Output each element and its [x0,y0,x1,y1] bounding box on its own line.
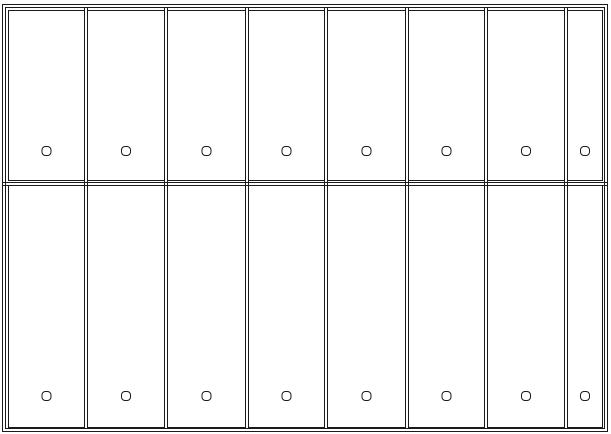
locker-door [8,185,85,428]
locker-door [408,10,485,181]
door-grid [8,10,603,428]
locker-door [248,10,325,181]
door-knob-icon [281,146,292,156]
locker-door [327,10,406,181]
door-knob-icon [361,146,372,156]
locker-door [567,185,603,428]
locker-door [248,185,325,428]
door-knob-icon [361,391,372,401]
locker-door [8,10,85,181]
locker-door [167,185,246,428]
door-knob-icon [121,391,131,401]
locker-door [327,185,406,428]
door-knob-icon [121,146,131,156]
door-knob-icon [201,391,212,401]
locker-door [408,185,485,428]
door-knob-icon [41,146,52,156]
locker-cabinet-elevation [2,4,608,432]
door-knob-icon [580,146,590,156]
door-knob-icon [441,391,452,401]
locker-door [567,10,603,181]
locker-door [167,10,246,181]
door-knob-icon [580,391,590,401]
door-knob-icon [281,391,292,401]
door-knob-icon [441,146,452,156]
door-knob-icon [521,146,531,156]
door-knob-icon [41,391,52,401]
locker-door [487,10,565,181]
locker-door [487,185,565,428]
door-knob-icon [201,146,212,156]
door-knob-icon [521,391,531,401]
locker-door [87,10,165,181]
locker-door [87,185,165,428]
